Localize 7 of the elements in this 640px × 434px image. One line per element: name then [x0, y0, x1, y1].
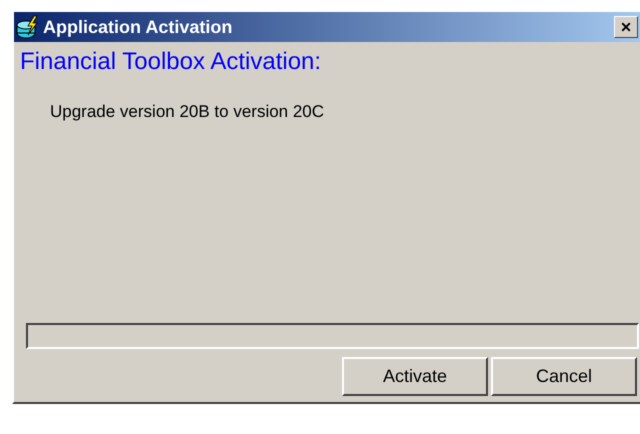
upgrade-message: Upgrade version 20B to version 20C: [50, 102, 326, 122]
cancel-button[interactable]: Cancel: [491, 357, 637, 396]
window-title: Application Activation: [43, 16, 234, 38]
app-icon: [16, 15, 40, 39]
activate-button[interactable]: Activate: [342, 357, 488, 396]
close-button[interactable]: ×: [614, 16, 638, 38]
dialog-heading: Financial Toolbox Activation:: [20, 48, 322, 76]
